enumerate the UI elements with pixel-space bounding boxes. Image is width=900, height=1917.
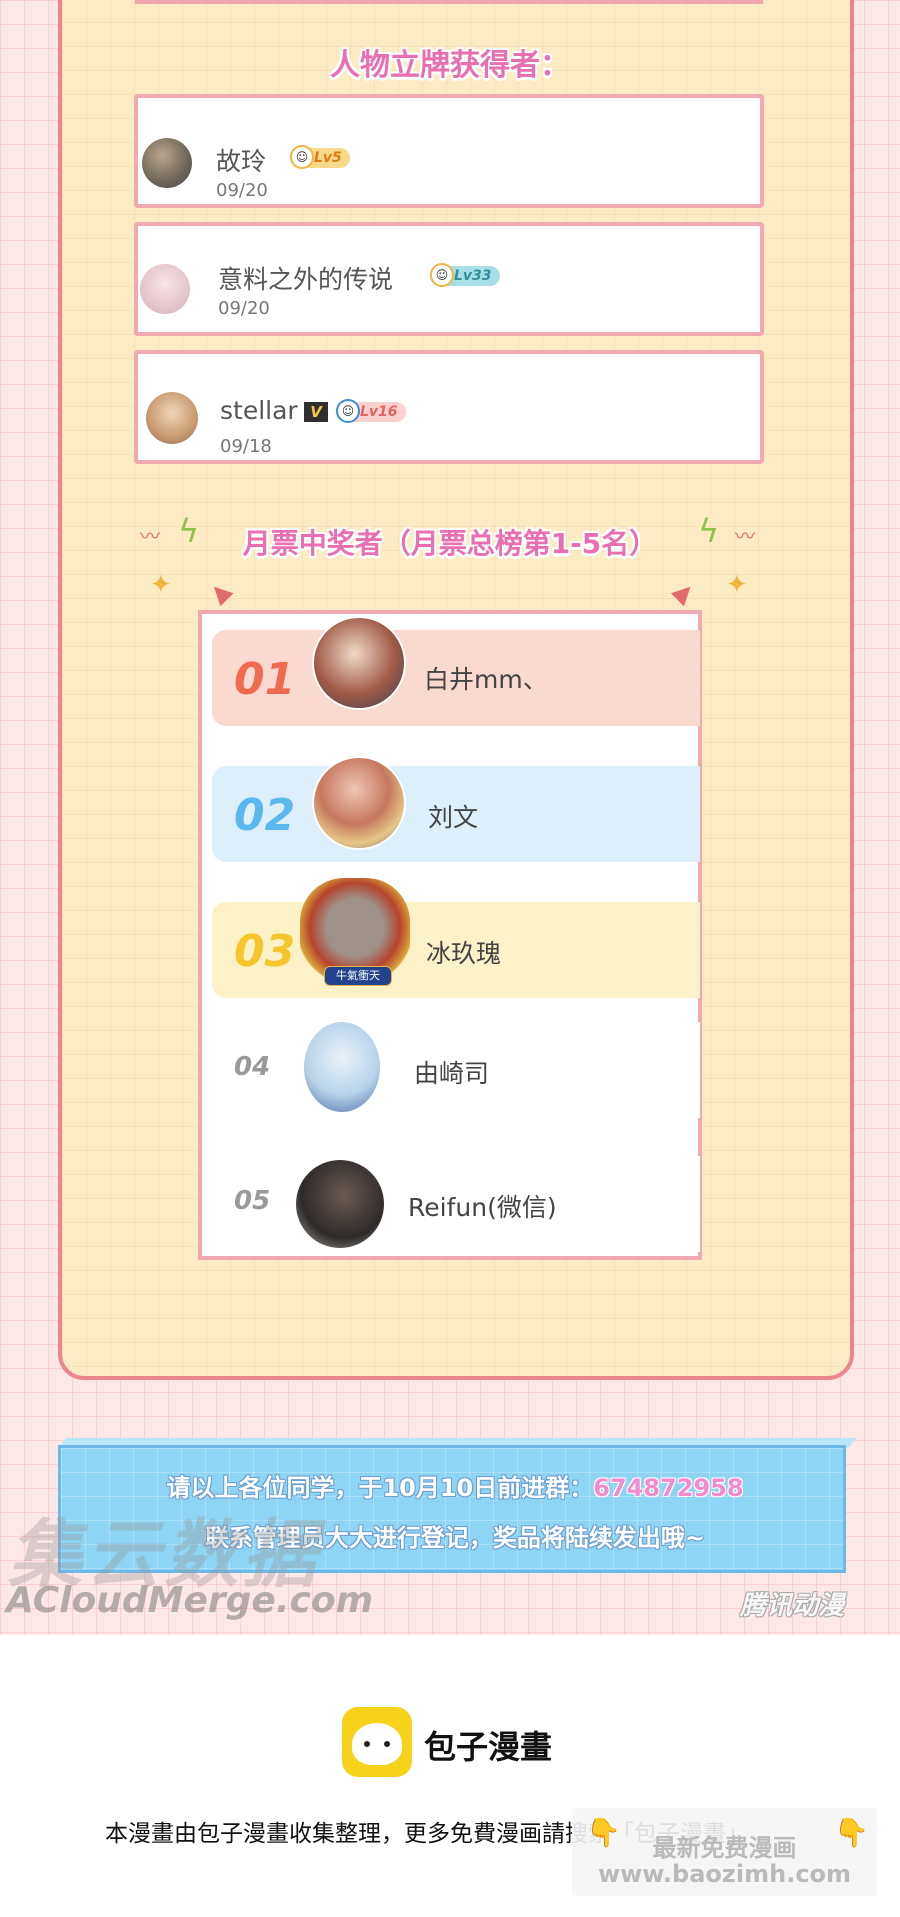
level-badge: ☺ Lv5 <box>290 145 350 169</box>
rank-row[interactable]: 01 白井mm、 <box>212 616 700 726</box>
winner-card[interactable]: 意料之外的传说 ☺ Lv33 09/20 <box>134 222 764 336</box>
level-face-icon: ☺ <box>336 399 360 423</box>
level-badge: ☺ Lv33 <box>430 263 500 287</box>
rank-name: 刘文 <box>428 803 479 832</box>
app-logo-icon[interactable] <box>342 1707 412 1777</box>
rank-row[interactable]: 03 牛氣衝天 冰玖瑰 <box>212 878 700 998</box>
rank-name: 白井mm、 <box>424 665 548 694</box>
avatar <box>146 392 198 444</box>
vip-badge: V <box>304 402 328 422</box>
watermark-tencent: 腾讯动漫 <box>740 1591 845 1621</box>
winner-name: stellar <box>220 396 298 425</box>
rank-number: 02 <box>234 790 296 841</box>
bun-shape <box>352 1723 402 1765</box>
promo-overlay[interactable]: 👇 👇 最新免费漫画 www.baozimh.com <box>572 1808 877 1896</box>
level-face-icon: ☺ <box>430 263 454 287</box>
winner-card[interactable]: 故玲 ☺ Lv5 09/20 <box>134 94 764 208</box>
top-card-edge <box>135 0 763 4</box>
rank-row[interactable]: 05 Reifun(微信) <box>212 1156 700 1252</box>
rank-row[interactable]: 02 刘文 <box>212 756 700 862</box>
avatar <box>312 616 406 710</box>
winner-name: 意料之外的传说 <box>218 265 394 294</box>
monthly-ticket-heading: 月票中奖者（月票总榜第1-5名） <box>242 527 658 560</box>
rank-name: 冰玖瑰 <box>426 939 502 968</box>
app-name[interactable]: 包子漫畫 <box>424 1722 552 1768</box>
promo-url[interactable]: www.baozimh.com <box>572 1860 877 1888</box>
avatar-frame-label: 牛氣衝天 <box>324 966 392 986</box>
rank-number: 03 <box>234 926 296 977</box>
party-popper-icon: ✦ <box>726 570 748 600</box>
rank-number: 01 <box>234 654 296 705</box>
winner-date: 09/20 <box>218 298 270 319</box>
watermark-en: ACloudMerge.com <box>6 1580 374 1621</box>
avatar <box>140 264 190 314</box>
bun-eye <box>384 1741 390 1747</box>
winner-date: 09/20 <box>216 180 268 201</box>
figure-winners-heading: 人物立牌获得者： <box>330 48 570 83</box>
winner-date: 09/18 <box>220 436 272 457</box>
avatar <box>296 1160 384 1248</box>
rank-name: 由崎司 <box>414 1059 490 1088</box>
rank-number: 05 <box>234 1186 271 1216</box>
avatar <box>304 1022 380 1112</box>
level-face-icon: ☺ <box>290 145 314 169</box>
bun-eye <box>364 1741 370 1747</box>
rank-number: 04 <box>234 1052 271 1082</box>
qq-group-number[interactable]: 674872958 <box>593 1474 743 1502</box>
rank-name: Reifun(微信) <box>408 1193 557 1222</box>
rank-row[interactable]: 04 由崎司 <box>212 1022 700 1118</box>
party-popper-icon: ✦ <box>150 570 172 600</box>
avatar <box>142 138 192 188</box>
winner-card[interactable]: stellar V ☺ Lv16 09/18 <box>134 350 764 464</box>
winner-name: 故玲 <box>216 147 267 176</box>
promo-line-1: 最新免费漫画 <box>652 1834 797 1862</box>
avatar <box>312 756 406 850</box>
level-badge: ☺ Lv16 <box>336 399 406 423</box>
